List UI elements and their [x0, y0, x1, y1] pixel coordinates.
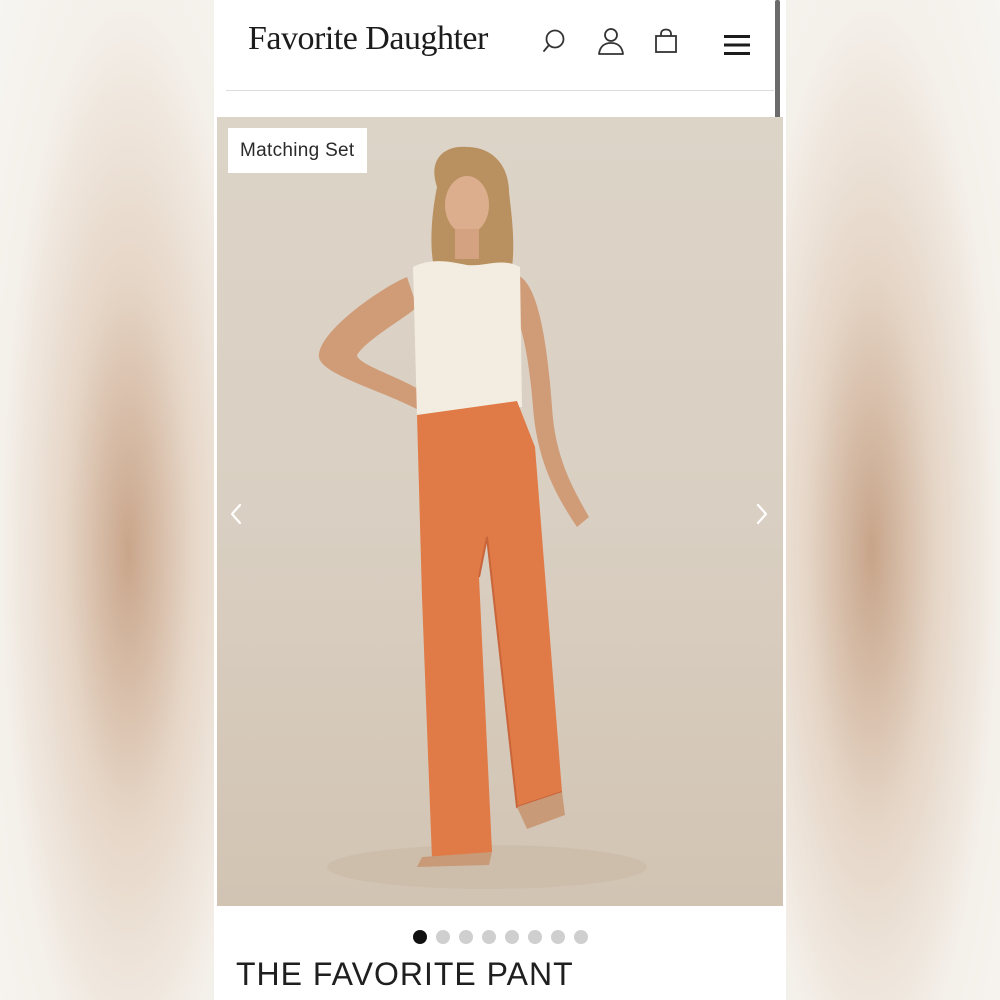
search-button[interactable]: [537, 24, 571, 58]
carousel-dot[interactable]: [481, 930, 496, 944]
carousel-dot[interactable]: [527, 930, 542, 944]
carousel-pagination: [214, 930, 786, 946]
cart-button[interactable]: [649, 24, 683, 58]
left-backdrop: [0, 0, 214, 1000]
bag-icon: [655, 28, 677, 53]
carousel-prev-button[interactable]: [221, 499, 251, 529]
account-button[interactable]: [594, 24, 628, 58]
carousel-next-button[interactable]: [747, 499, 777, 529]
matching-set-badge: Matching Set: [228, 128, 367, 173]
site-header: Favorite Daughter: [214, 0, 786, 92]
chevron-left-icon: [230, 503, 242, 525]
menu-button[interactable]: [720, 28, 754, 62]
carousel-dot[interactable]: [412, 930, 427, 944]
carousel-dot[interactable]: [504, 930, 519, 944]
search-icon: [543, 29, 565, 52]
carousel-dot[interactable]: [435, 930, 450, 944]
brand-logo[interactable]: Favorite Daughter: [248, 20, 488, 58]
carousel-dot[interactable]: [458, 930, 473, 944]
account-icon: [598, 28, 624, 55]
product-photo: [318, 146, 647, 889]
carousel-dot[interactable]: [573, 930, 588, 944]
header-divider: [226, 90, 774, 91]
chevron-right-icon: [756, 503, 768, 525]
right-backdrop: [786, 0, 1000, 1000]
product-title: THE FAVORITE PANT: [236, 956, 574, 992]
product-image-carousel[interactable]: Matching Set: [217, 117, 783, 906]
mobile-page: Favorite Daughter Matching Set THE FAVOR…: [214, 0, 786, 1000]
carousel-dot[interactable]: [550, 930, 565, 944]
menu-icon: [724, 35, 750, 55]
